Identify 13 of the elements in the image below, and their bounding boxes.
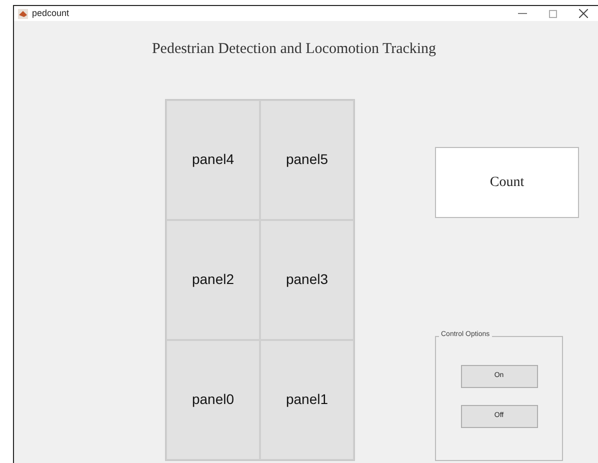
panel: panel3	[260, 220, 354, 340]
window-title: pedcount	[32, 9, 70, 18]
close-icon[interactable]	[579, 9, 588, 18]
panel: panel1	[260, 340, 354, 460]
panel: panel0	[166, 340, 260, 460]
app-icon	[18, 8, 28, 18]
app-heading: Pedestrian Detection and Locomotion Tracking	[152, 41, 436, 57]
minimize-icon[interactable]	[518, 12, 527, 14]
maximize-icon[interactable]	[549, 10, 557, 18]
panel: panel5	[260, 100, 354, 220]
panel: panel2	[166, 220, 260, 340]
count-display: Count	[435, 146, 579, 218]
panel: panel4	[166, 100, 260, 220]
